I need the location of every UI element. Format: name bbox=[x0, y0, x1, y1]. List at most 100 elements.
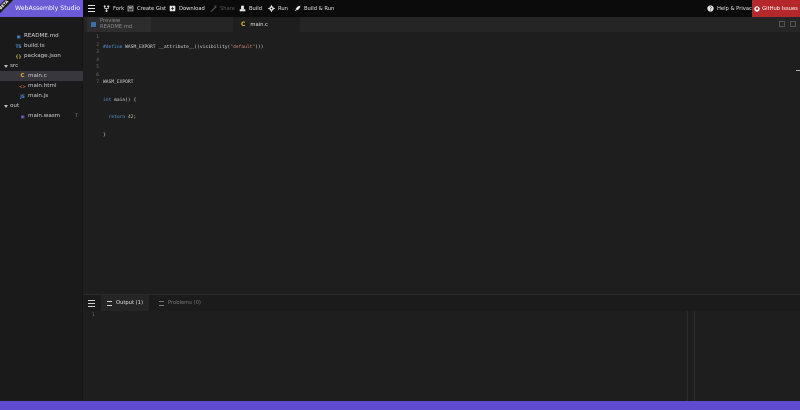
file-package-json[interactable]: {} package.json bbox=[0, 51, 83, 61]
rocket-icon bbox=[294, 5, 301, 12]
create-gist-label: Create Gist bbox=[137, 5, 167, 12]
code-content[interactable]: #define WASM_EXPORT __attribute__((visib… bbox=[103, 34, 263, 167]
line-number: 5 bbox=[96, 65, 99, 70]
top-bar: BETA WebAssembly Studio Fork Create Gist… bbox=[0, 0, 800, 17]
build-icon bbox=[239, 5, 246, 12]
code-token: main() { bbox=[111, 97, 137, 103]
help-icon: ? bbox=[707, 5, 714, 12]
chevron-down-icon bbox=[4, 64, 8, 68]
tab-main-c[interactable]: C main.c bbox=[233, 17, 300, 32]
output-panel[interactable]: 1 bbox=[84, 311, 800, 401]
share-label: Share bbox=[220, 5, 235, 12]
c-file-icon: C bbox=[241, 21, 246, 28]
line-number: 1 bbox=[96, 35, 99, 40]
run-label: Run bbox=[278, 5, 288, 12]
code-line: } bbox=[103, 132, 263, 140]
app-title: WebAssembly Studio bbox=[15, 5, 80, 12]
help-privacy-label: Help & Privacy bbox=[717, 5, 755, 12]
json-file-icon: {} bbox=[15, 53, 22, 59]
tab-output[interactable]: Output (1) bbox=[101, 295, 149, 311]
share-icon bbox=[210, 5, 217, 12]
file-main-wasm[interactable]: ▣ main.wasm T bbox=[0, 111, 83, 121]
folder-src[interactable]: src bbox=[0, 61, 83, 71]
code-editor[interactable]: 1 2 3 4 5 6 7 #define WASM_EXPORT __attr… bbox=[84, 32, 800, 294]
file-explorer: ▣ README.md TS build.ts {} package.json … bbox=[0, 17, 83, 400]
fork-label: Fork bbox=[113, 5, 125, 12]
file-label: main.html bbox=[28, 83, 57, 89]
panel-divider bbox=[687, 311, 688, 401]
file-main-html[interactable]: <> main.html bbox=[0, 81, 83, 91]
preview-editor-icon[interactable] bbox=[790, 21, 796, 27]
status-bar bbox=[0, 401, 800, 410]
file-label: build.ts bbox=[24, 43, 45, 49]
line-number: 2 bbox=[96, 42, 99, 48]
tab-preview-readme[interactable]: Preview README.md bbox=[87, 17, 151, 32]
panel-divider bbox=[694, 311, 695, 401]
tab-label: Output (1) bbox=[115, 300, 144, 306]
file-readme[interactable]: ▣ README.md bbox=[0, 31, 83, 41]
github-icon bbox=[754, 5, 760, 12]
wasm-file-icon: ▣ bbox=[20, 113, 25, 119]
help-privacy-button[interactable]: ? Help & Privacy bbox=[707, 0, 755, 17]
github-issues-label: GitHub Issues bbox=[762, 5, 798, 12]
download-label: Download bbox=[179, 5, 205, 12]
file-build-ts[interactable]: TS build.ts bbox=[0, 41, 83, 51]
problems-icon bbox=[159, 300, 164, 306]
app-logo[interactable]: BETA WebAssembly Studio bbox=[0, 0, 83, 17]
share-button[interactable]: Share bbox=[210, 0, 235, 17]
editor-tabs: Preview README.md C main.c bbox=[84, 17, 800, 32]
download-button[interactable]: Download bbox=[169, 0, 205, 17]
code-token: ))) bbox=[255, 45, 264, 50]
code-line: #define WASM_EXPORT __attribute__((visib… bbox=[103, 44, 263, 52]
file-main-c[interactable]: C main.c bbox=[0, 71, 83, 81]
split-editor-icon[interactable] bbox=[779, 21, 785, 27]
fork-button[interactable]: Fork bbox=[103, 0, 124, 17]
editor-actions bbox=[779, 21, 796, 27]
folder-label: out bbox=[10, 103, 20, 109]
beta-badge: BETA bbox=[0, 0, 17, 17]
create-gist-button[interactable]: Create Gist bbox=[127, 0, 166, 17]
code-token: ; bbox=[133, 115, 137, 120]
build-button[interactable]: Build bbox=[239, 0, 262, 17]
code-token: WASM_EXPORT __attribute__((visibility( bbox=[122, 45, 231, 50]
code-line: int main() { bbox=[103, 97, 263, 105]
gist-icon bbox=[127, 5, 134, 12]
github-issues-button[interactable]: GitHub Issues bbox=[752, 0, 800, 17]
tab-sublabel: README.md bbox=[100, 23, 133, 30]
menu-icon[interactable] bbox=[88, 5, 95, 12]
tab-label: main.c bbox=[250, 21, 268, 28]
fork-icon bbox=[103, 5, 110, 12]
build-run-button[interactable]: Build & Run bbox=[294, 0, 334, 17]
code-token: } bbox=[103, 132, 106, 138]
html-file-icon: <> bbox=[19, 83, 27, 89]
line-number: 6 bbox=[96, 72, 99, 78]
output-icon bbox=[106, 300, 112, 306]
code-line: return 42; bbox=[103, 114, 263, 122]
line-number: 7 bbox=[96, 80, 99, 85]
code-line: WASM_EXPORT bbox=[103, 79, 263, 87]
file-label: README.md bbox=[24, 33, 59, 39]
code-token: return bbox=[108, 115, 126, 120]
folder-out[interactable]: out bbox=[0, 101, 83, 111]
code-token: "default" bbox=[230, 45, 256, 50]
file-label: main.wasm bbox=[28, 113, 61, 119]
tab-label: Problems (0) bbox=[168, 300, 201, 306]
preview-icon bbox=[91, 22, 96, 27]
gear-icon bbox=[268, 5, 275, 12]
line-number: 4 bbox=[96, 57, 99, 63]
folder-label: src bbox=[10, 63, 19, 69]
c-file-icon: C bbox=[20, 73, 25, 79]
code-token: WASM_EXPORT bbox=[103, 80, 134, 85]
panel-header: Output (1) Problems (0) bbox=[84, 294, 800, 311]
line-gutter: 1 2 3 4 5 6 7 bbox=[84, 34, 99, 87]
file-badge: T bbox=[75, 113, 78, 119]
tab-problems[interactable]: Problems (0) bbox=[159, 295, 201, 311]
code-token: #define bbox=[103, 45, 123, 50]
panel-menu-icon[interactable] bbox=[88, 300, 95, 307]
run-button[interactable]: Run bbox=[268, 0, 288, 17]
file-main-js[interactable]: JS main.js bbox=[0, 91, 83, 101]
svg-text:?: ? bbox=[709, 6, 712, 12]
markdown-file-icon: ▣ bbox=[16, 33, 21, 39]
